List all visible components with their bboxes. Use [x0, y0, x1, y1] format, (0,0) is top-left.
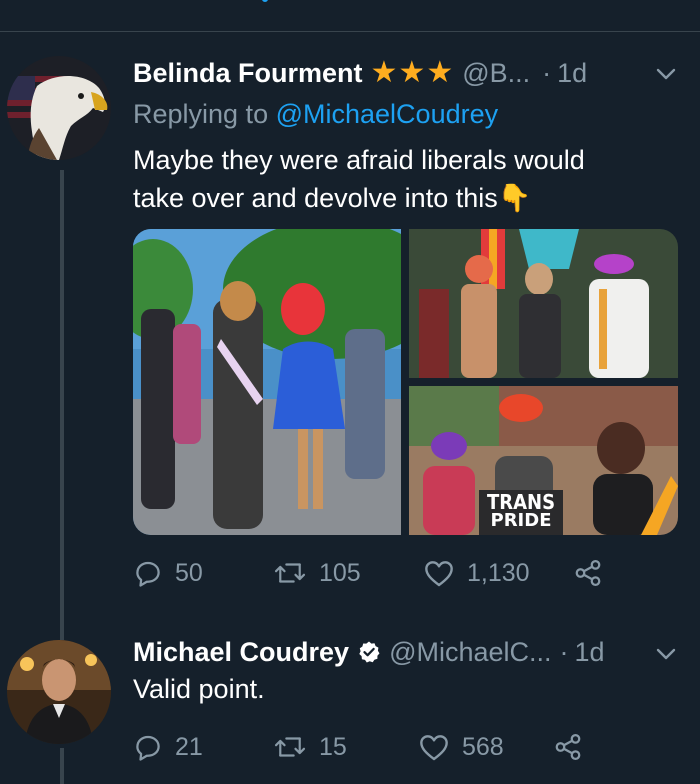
share-button[interactable]	[573, 558, 615, 588]
tweet-actions: 50 105 1,130	[133, 558, 615, 588]
handle[interactable]: @B...	[462, 57, 530, 89]
like-button[interactable]: 568	[418, 732, 553, 762]
heart-icon	[425, 561, 453, 587]
photo-parade-costumes[interactable]	[409, 229, 678, 378]
reply-icon	[136, 735, 160, 761]
heart-icon	[420, 735, 448, 761]
reply-count: 50	[175, 558, 203, 587]
like-count: 1,130	[467, 558, 530, 587]
media-grid[interactable]: TRANS PRIDE	[133, 229, 678, 535]
reply-count: 21	[175, 732, 203, 761]
reply-to-link[interactable]: @MichaelCoudrey	[276, 99, 499, 129]
reply-button[interactable]: 50	[133, 558, 273, 588]
tweet-actions: 21 15 568	[133, 732, 595, 762]
thread-connector-line	[60, 748, 64, 784]
verified-badge-icon	[359, 641, 380, 663]
reply-icon	[136, 561, 160, 587]
star-icon: ★	[426, 56, 454, 89]
retweet-button[interactable]: 15	[273, 732, 418, 762]
star-icon: ★	[398, 56, 426, 89]
name-badges: ★ ★ ★	[371, 57, 455, 89]
share-button[interactable]	[553, 732, 595, 762]
pointing-down-emoji: 👇	[497, 183, 532, 213]
tweet-text-line: Maybe they were afraid liberals would	[133, 145, 585, 175]
reply-button[interactable]: 21	[133, 732, 273, 762]
timestamp[interactable]: 1d	[575, 636, 605, 668]
display-name[interactable]: Michael Coudrey	[133, 636, 349, 668]
previous-tweet-area	[0, 0, 700, 32]
previous-tweet-link-fragment	[262, 0, 268, 2]
share-icon	[575, 560, 601, 586]
retweet-count: 15	[319, 732, 347, 761]
sign-text: TRANS	[486, 490, 556, 514]
divider	[0, 31, 700, 32]
avatar[interactable]	[7, 56, 111, 160]
chevron-down-icon[interactable]	[654, 62, 678, 86]
photo-trans-pride-sign[interactable]: TRANS PRIDE	[409, 386, 678, 535]
retweet-count: 105	[319, 558, 361, 587]
separator: ·	[559, 637, 569, 667]
timestamp[interactable]: 1d	[557, 57, 587, 89]
reply-prefix: Replying to	[133, 99, 269, 129]
tweet-text: Maybe they were afraid liberals would ta…	[133, 141, 585, 217]
tweet-text-line: take over and devolve into this	[133, 183, 498, 213]
like-count: 568	[462, 732, 504, 761]
avatar[interactable]	[7, 640, 111, 744]
retweet-button[interactable]: 105	[273, 558, 423, 588]
share-icon	[555, 734, 581, 760]
handle[interactable]: @MichaelC...	[389, 636, 551, 668]
separator: ·	[542, 58, 552, 88]
photo-parade-street[interactable]	[133, 229, 401, 535]
thread-connector-line	[60, 170, 64, 640]
sign-text: PRIDE	[490, 510, 552, 531]
tweet-text: Valid point.	[133, 674, 265, 704]
retweet-icon	[274, 563, 306, 583]
star-icon: ★	[370, 56, 398, 89]
retweet-icon	[274, 737, 306, 757]
like-button[interactable]: 1,130	[423, 558, 573, 588]
display-name[interactable]: Belinda Fourment	[133, 57, 363, 89]
replying-to: Replying to @MichaelCoudrey	[133, 98, 498, 130]
chevron-down-icon[interactable]	[654, 642, 678, 666]
